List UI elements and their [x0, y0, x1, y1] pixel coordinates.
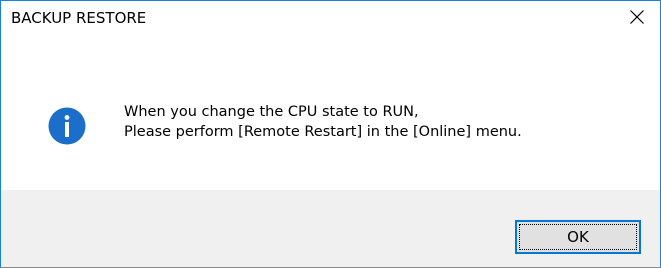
- dialog-footer: OK: [1, 190, 660, 267]
- window-title: BACKUP RESTORE: [11, 9, 147, 27]
- message-line-1: When you change the CPU state to RUN,: [124, 104, 419, 120]
- close-button[interactable]: [614, 1, 660, 33]
- close-icon: [630, 10, 644, 24]
- message-line-2: Please perform [Remote Restart] in the […: [124, 124, 522, 140]
- message-text: When you change the CPU state to RUN, Ple…: [124, 102, 522, 142]
- dialog-window: BACKUP RESTORE When you change the CPU s…: [0, 0, 661, 268]
- dialog-content: When you change the CPU state to RUN, Ple…: [1, 35, 660, 190]
- ok-button-label: OK: [567, 228, 589, 246]
- title-bar[interactable]: BACKUP RESTORE: [1, 1, 660, 35]
- info-icon: [48, 107, 86, 145]
- ok-button[interactable]: OK: [515, 220, 641, 254]
